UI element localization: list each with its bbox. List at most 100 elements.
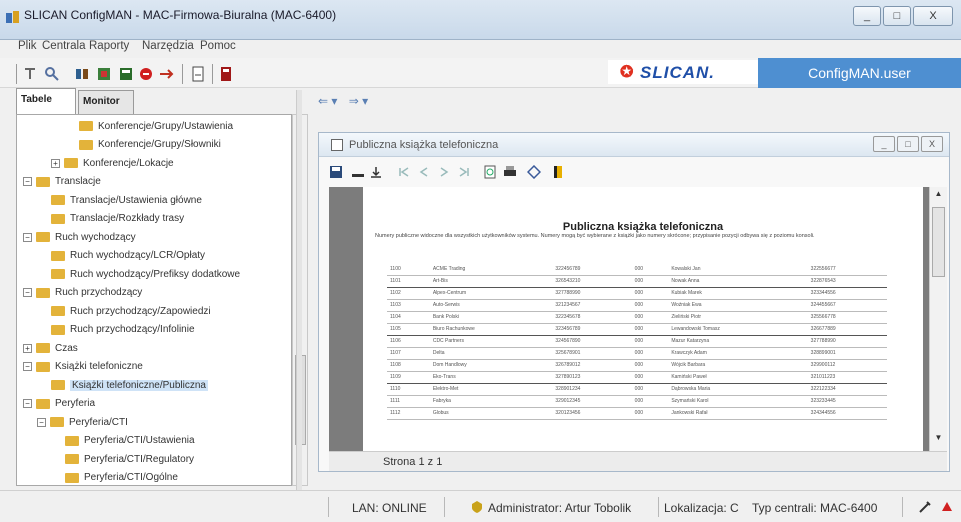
status-separator (444, 497, 445, 517)
report-toolbar (329, 165, 929, 183)
tree-item-label: Konferencje/Grupy/Ustawienia (98, 120, 234, 132)
collapse-icon[interactable]: − (23, 399, 32, 408)
tab-tabele[interactable]: Tabele (16, 88, 76, 114)
table-cell: 326677889 (807, 323, 887, 336)
tree-item[interactable]: Translacje/Ustawienia główne (51, 193, 202, 207)
tab-monitor[interactable]: Monitor (78, 90, 134, 114)
tree-item-label: Peryferia/CTI/Ustawienia (84, 435, 195, 446)
status-separator (902, 497, 903, 517)
menu-plik[interactable]: Plik (18, 40, 37, 52)
collapse-icon[interactable]: − (23, 288, 32, 297)
collapse-icon[interactable]: − (23, 232, 32, 242)
arrows-icon[interactable] (158, 66, 174, 82)
scroll-up-arrow-icon[interactable]: ▲ (932, 189, 945, 203)
tables-tree: Konferencje/Grupy/Ustawienia Konferencje/… (16, 114, 292, 486)
collapse-icon[interactable]: − (37, 417, 46, 427)
scroll-down-arrow-icon[interactable]: ▼ (932, 433, 945, 447)
table-cell: 322456789 (552, 263, 632, 276)
tools-icon[interactable] (918, 500, 932, 514)
collapse-icon[interactable]: − (23, 177, 32, 186)
table-cell: 000 (631, 311, 669, 324)
tree-item[interactable]: + Czas (23, 341, 78, 355)
report-page: Publiczna książka telefoniczna Numery pu… (363, 187, 923, 457)
tree-item[interactable]: Ruch wychodzący/LCR/Opłaty (51, 249, 205, 263)
menu-centrala[interactable]: Centrala (42, 40, 85, 52)
panel-splitter[interactable] (296, 90, 302, 490)
page-icon[interactable] (190, 66, 206, 82)
table-row: 1105 Biuro Rachunkowe 323456789 000 Lewandow… (387, 323, 887, 336)
maximize-button[interactable]: □ (883, 6, 911, 26)
phones-icon[interactable] (96, 66, 112, 82)
folder-icon (51, 213, 65, 224)
tree-item[interactable]: − Książki telefoniczne (23, 360, 143, 374)
table-cell: 000 (631, 359, 669, 372)
expand-icon[interactable]: + (23, 343, 32, 353)
forward-button[interactable]: ⇒ ▾ (349, 94, 368, 108)
table-cell: 323456789 (552, 323, 632, 336)
stop-icon[interactable] (138, 66, 154, 82)
report-maximize-button[interactable]: □ (897, 136, 919, 152)
table-cell: Jankowski Rafał (668, 407, 808, 420)
tree-item[interactable]: Peryferia/CTI/Regulatory (65, 452, 194, 466)
tree-item[interactable]: − Ruch przychodzący (23, 286, 142, 300)
table-cell: Dąbrowska Maria (668, 383, 808, 396)
expand-icon[interactable]: + (51, 158, 60, 168)
table-row: 1108 Dom Handlowy 326789012 000 Wójcik Barba… (387, 359, 887, 372)
table-cell: CDC Partners (429, 335, 553, 348)
tree-item[interactable]: Peryferia/CTI/Ustawienia (65, 434, 195, 448)
find-icon[interactable] (527, 165, 541, 179)
back-button[interactable]: ⇐ ▾ (318, 94, 337, 108)
table-cell: 000 (631, 383, 669, 396)
connection-status: LAN: ONLINE (352, 501, 427, 515)
tree-item-label: Translacje (55, 176, 101, 187)
first-page-icon[interactable] (397, 165, 411, 179)
minimize-button[interactable]: _ (853, 6, 881, 26)
last-page-icon[interactable] (457, 165, 471, 179)
tree-item-label: Translacje/Rozkłady trasy (70, 213, 185, 224)
save-icon[interactable] (329, 165, 343, 179)
tree-item[interactable]: Ruch wychodzący/Prefiksy dodatkowe (51, 267, 240, 281)
tree-item[interactable]: Ruch przychodzący/Zapowiedzi (51, 304, 211, 318)
reset-icon[interactable] (22, 66, 38, 82)
users-icon[interactable] (74, 66, 90, 82)
book-icon[interactable] (218, 66, 234, 82)
menu-narzedzia[interactable]: Narzędzia (142, 40, 194, 52)
tree-item[interactable]: − Peryferia (23, 397, 95, 411)
tree-item[interactable]: − Peryferia/CTI (37, 415, 128, 429)
folder-icon (36, 361, 50, 372)
brand-logo: ✪ SLICAN. (608, 60, 758, 84)
table-cell: Eko-Trans (429, 371, 553, 384)
print-icon[interactable] (503, 165, 517, 179)
tree-item[interactable]: Translacje/Rozkłady trasy (51, 212, 184, 226)
close-button[interactable]: X (913, 6, 953, 26)
tree-item[interactable]: Peryferia/CTI/Ogólne (65, 471, 178, 485)
search-icon[interactable] (44, 66, 60, 82)
collapse-icon[interactable]: − (23, 362, 32, 371)
scrollbar-thumb[interactable] (932, 207, 945, 277)
report-window-controls: _ □ X (871, 136, 943, 152)
table-cell: 1108 (387, 359, 430, 372)
menu-pomoc[interactable]: Pomoc (200, 40, 236, 52)
tree-item[interactable]: Konferencje/Grupy/Ustawienia (79, 119, 233, 133)
next-page-icon[interactable] (437, 165, 451, 179)
alert-icon[interactable] (940, 500, 954, 514)
tree-item[interactable]: + Konferencje/Lokacje (51, 156, 174, 170)
report-close-button[interactable]: X (921, 136, 943, 152)
menu-raporty[interactable]: Raporty (89, 40, 129, 52)
tree-item[interactable]: − Ruch wychodzący (23, 230, 136, 244)
table-cell: 000 (631, 275, 669, 288)
preview-icon[interactable] (483, 165, 497, 179)
tree-item[interactable]: Książki telefoniczne/Publiczna (51, 378, 208, 392)
tree-item[interactable]: Konferencje/Grupy/Słowniki (79, 138, 221, 152)
tree-item[interactable]: − Translacje (23, 175, 101, 189)
folder-icon (65, 454, 79, 464)
table-cell: Delta (429, 347, 553, 360)
exit-icon[interactable] (551, 165, 565, 179)
report-vertical-scrollbar[interactable]: ▲ ▼ (929, 187, 947, 457)
report-minimize-button[interactable]: _ (873, 136, 895, 152)
tree-item[interactable]: Ruch przychodzący/Infolinie (51, 323, 195, 337)
grid-icon[interactable] (118, 66, 134, 82)
export-icon[interactable] (369, 165, 383, 179)
minus-icon[interactable] (351, 165, 365, 179)
prev-page-icon[interactable] (417, 165, 431, 179)
